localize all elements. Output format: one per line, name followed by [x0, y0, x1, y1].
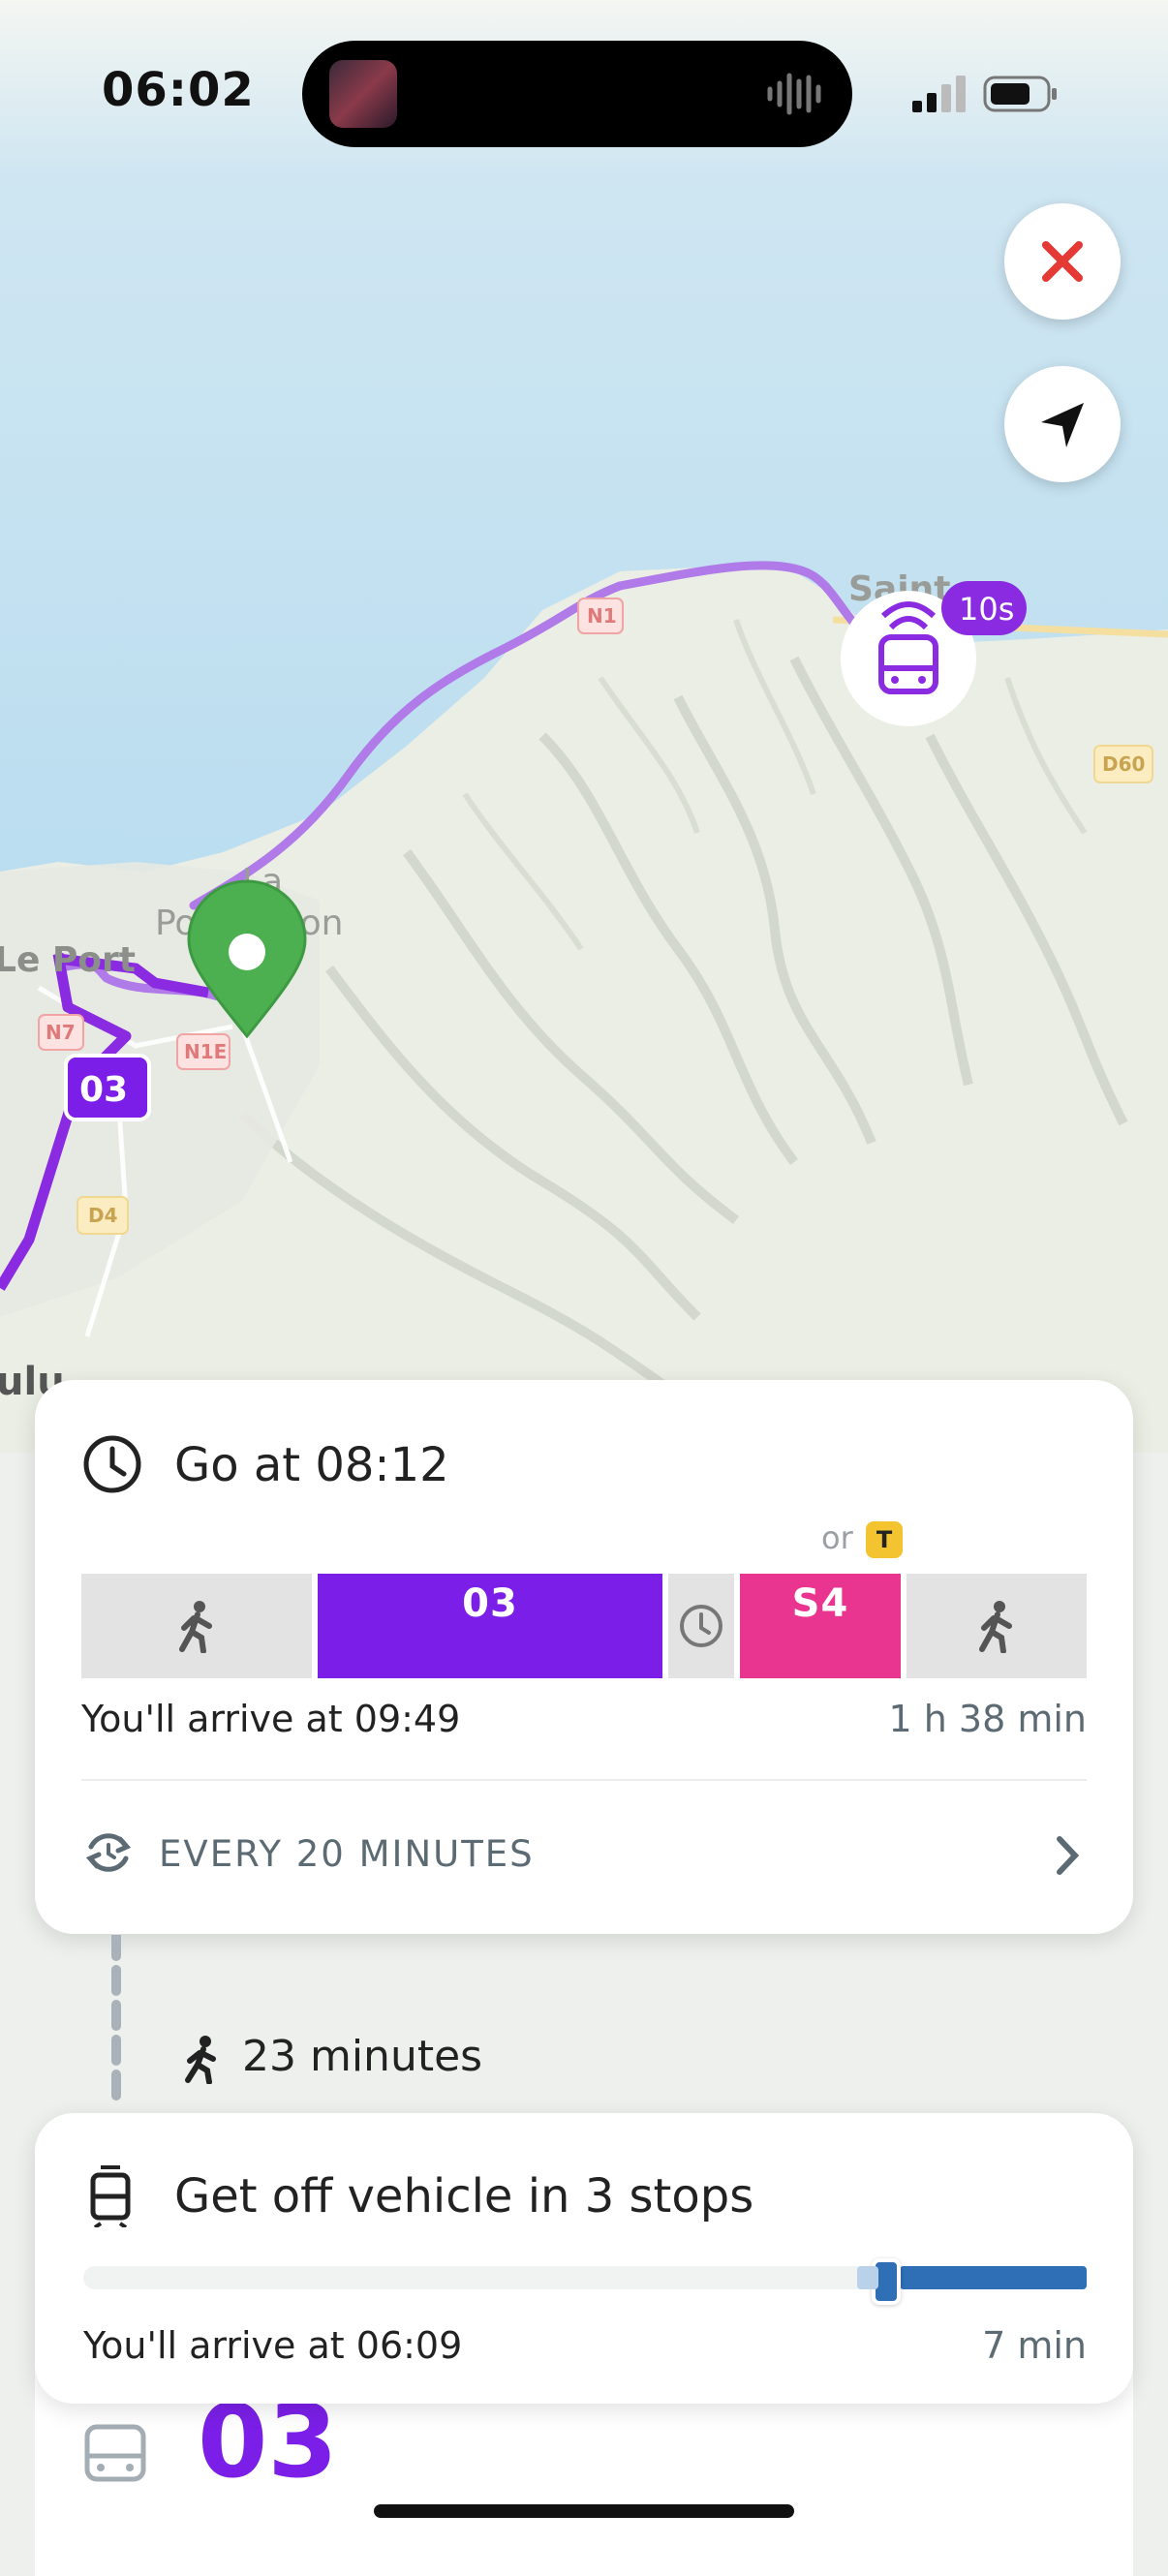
walk-duration: 23 minutes	[242, 2032, 483, 2081]
svg-text:N1E: N1E	[184, 1040, 227, 1063]
recenter-location-button[interactable]	[1004, 366, 1121, 482]
now-playing-artwork	[329, 60, 397, 128]
map[interactable]: La Possession Le Port Saint ulu N1 N7 N1…	[0, 0, 1168, 1453]
bus-icon	[84, 2424, 146, 2482]
ride-duration: 7 min	[982, 2324, 1087, 2367]
segment-line-s4: S4	[740, 1574, 901, 1678]
home-indicator[interactable]	[374, 2504, 794, 2518]
walk-icon	[185, 2036, 216, 2084]
chevron-right-icon	[1057, 1836, 1080, 1875]
signal-icon	[912, 76, 966, 112]
close-icon	[1042, 241, 1083, 282]
battery-icon	[983, 76, 1057, 112]
map-label-le-port: Le Port	[0, 940, 136, 980]
walk-path-dotted-line	[111, 1935, 121, 2109]
ride-progress-bar	[83, 2258, 1087, 2305]
alternative-line-badge[interactable]: T	[866, 1521, 903, 1558]
refresh-cycle-icon	[85, 1833, 132, 1872]
segment-wait	[668, 1574, 734, 1678]
svg-text:10s: 10s	[959, 591, 1014, 628]
audio-waveform-icon	[767, 73, 821, 115]
clock-icon	[83, 1435, 141, 1493]
svg-text:D60: D60	[1102, 752, 1145, 776]
departure-title: Go at 08:12	[174, 1438, 449, 1492]
svg-text:D4: D4	[88, 1204, 118, 1227]
trip-duration: 1 h 38 min	[888, 1698, 1087, 1740]
dynamic-island[interactable]	[302, 41, 852, 147]
ride-arrival-time: You'll arrive at 06:09	[83, 2324, 463, 2367]
arrival-time: You'll arrive at 09:49	[81, 1698, 461, 1740]
close-button[interactable]	[1004, 203, 1121, 320]
divider	[81, 1779, 1087, 1781]
clock-icon	[680, 1605, 722, 1647]
walk-icon	[179, 1601, 212, 1653]
route-segments-bar[interactable]: 03 S4	[81, 1574, 1087, 1678]
alternative-or-label: or	[821, 1519, 853, 1556]
progress-previous-stop	[857, 2266, 878, 2289]
segment-walk-start	[81, 1574, 312, 1678]
walk-icon	[979, 1601, 1012, 1653]
status-time: 06:02	[102, 63, 255, 117]
progress-remaining	[900, 2266, 1087, 2289]
navigation-arrow-icon	[1041, 403, 1084, 447]
tram-icon	[90, 2165, 131, 2227]
status-bar: 06:02	[0, 0, 1168, 184]
svg-text:N7: N7	[46, 1021, 76, 1044]
frequency-label: EVERY 20 MINUTES	[159, 1833, 535, 1875]
segment-walk-end	[907, 1574, 1087, 1678]
segment-line-03: 03	[318, 1574, 662, 1678]
svg-text:03: 03	[79, 1070, 128, 1110]
ride-progress-card[interactable]: Get off vehicle in 3 stops You'll arrive…	[35, 2113, 1133, 2404]
frequency-row[interactable]: EVERY 20 MINUTES	[81, 1806, 1087, 1903]
ride-title: Get off vehicle in 3 stops	[174, 2169, 754, 2223]
svg-text:N1: N1	[587, 604, 617, 628]
trip-summary-card[interactable]: Go at 08:12 or T 03 S4 You'll arrive at …	[35, 1380, 1133, 1934]
